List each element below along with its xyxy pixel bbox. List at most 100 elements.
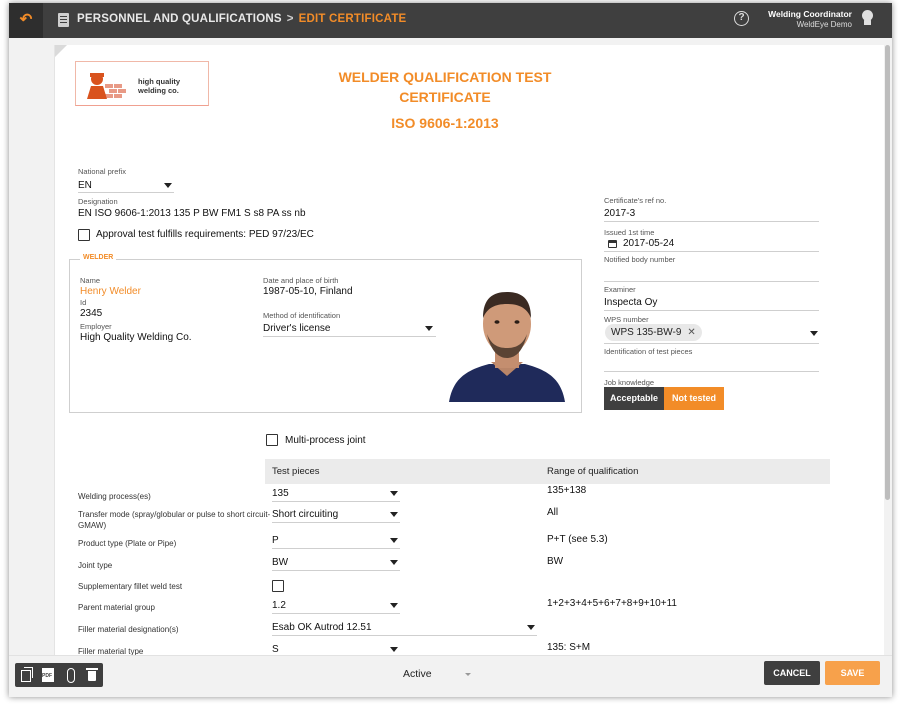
- tool-group: [15, 663, 103, 687]
- row-label-joint-type: Joint type: [78, 561, 113, 570]
- breadcrumb: PERSONNEL AND QUALIFICATIONS > EDIT CERTIF…: [77, 13, 406, 25]
- breadcrumb-section[interactable]: PERSONNEL AND QUALIFICATIONS: [77, 13, 282, 25]
- multi-process-label: Multi-process joint: [285, 435, 366, 446]
- wps-tag-label: WPS 135-BW-9: [611, 327, 682, 338]
- status-select[interactable]: Active: [403, 668, 432, 680]
- wps-tag-remove-icon[interactable]: ✕: [687, 327, 695, 338]
- multi-process-checkbox[interactable]: [266, 434, 278, 446]
- job-knowledge-acceptable-button[interactable]: Acceptable: [604, 387, 665, 410]
- col-range: Range of qualification: [547, 466, 639, 477]
- welder-id-label: Id: [80, 298, 87, 307]
- certificate-paper: high quality welding co. WELDER QUALIFIC…: [54, 45, 884, 655]
- parent-material-select[interactable]: 1.2: [272, 600, 286, 611]
- joint-type-select[interactable]: BW: [272, 557, 288, 568]
- identification-method-value[interactable]: Driver's license: [263, 323, 330, 334]
- identification-method-underline: [263, 336, 436, 337]
- row-label-filler-type: Filler material type: [78, 647, 144, 655]
- attachment-icon[interactable]: [59, 663, 81, 687]
- examiner-underline: [604, 310, 819, 311]
- trash-icon[interactable]: [81, 663, 103, 687]
- wps-underline: [604, 343, 819, 344]
- range-product-type: P+T (see 5.3): [547, 534, 608, 545]
- job-knowledge-label: Job knowledge: [604, 378, 655, 387]
- app-window: ↶ PERSONNEL AND QUALIFICATIONS > EDIT CERT…: [9, 3, 892, 697]
- transfer-mode-select[interactable]: Short circuiting: [272, 509, 338, 520]
- welder-logo-icon: [87, 73, 126, 99]
- cert-ref-label: Certificate's ref no.: [604, 196, 667, 205]
- product-type-select[interactable]: P: [272, 535, 279, 546]
- national-prefix-value[interactable]: EN: [78, 180, 92, 191]
- wps-label: WPS number: [604, 315, 649, 324]
- range-parent-material: 1+2+3+4+5+6+7+8+9+10+11: [547, 598, 677, 609]
- fillet-test-checkbox[interactable]: [272, 580, 284, 592]
- filler-type-select[interactable]: S: [272, 644, 279, 655]
- help-icon[interactable]: ?: [734, 11, 749, 26]
- designation-label: Designation: [78, 197, 118, 206]
- parent-material-dropdown-icon[interactable]: [390, 603, 398, 608]
- welder-name-link[interactable]: Henry Welder: [80, 286, 141, 297]
- examiner-input[interactable]: Inspecta Oy: [604, 297, 657, 308]
- certificate-title: WELDER QUALIFICATION TEST CERTIFICATE: [315, 67, 575, 107]
- job-knowledge-toggle: Acceptable Not tested: [604, 387, 725, 410]
- issued-date-input[interactable]: 2017-05-24: [623, 238, 674, 249]
- product-type-dropdown-icon[interactable]: [390, 538, 398, 543]
- job-knowledge-not-tested-button[interactable]: Not tested: [664, 387, 725, 410]
- approval-checkbox[interactable]: [78, 229, 90, 241]
- page-corner: [55, 45, 67, 57]
- row-label-product-type: Product type (Plate or Pipe): [78, 539, 177, 548]
- range-welding-process: 135+138: [547, 485, 587, 496]
- breadcrumb-separator: >: [286, 13, 294, 25]
- approval-label: Approval test fulfills requirements: PED…: [96, 229, 314, 240]
- filler-type-dropdown-icon[interactable]: [390, 647, 398, 652]
- notified-body-underline: [604, 281, 819, 282]
- status-dropdown-icon[interactable]: [465, 673, 471, 676]
- wps-dropdown-icon[interactable]: [810, 331, 818, 336]
- back-icon[interactable]: ↶: [9, 3, 43, 38]
- logo-text: high quality welding co.: [138, 77, 181, 95]
- welder-legend: WELDER: [80, 254, 117, 261]
- joint-type-underline: [272, 570, 400, 571]
- row-label-parent-material: Parent material group: [78, 603, 155, 612]
- document-icon: [58, 13, 69, 27]
- qualification-table-header: Test pieces Range of qualification: [265, 459, 830, 484]
- save-button[interactable]: SAVE: [825, 661, 880, 685]
- welder-id-value: 2345: [80, 308, 103, 319]
- company-logo: high quality welding co.: [75, 61, 209, 106]
- dob-label: Date and place of birth: [263, 276, 339, 285]
- user-avatar-icon[interactable]: [861, 10, 874, 25]
- calendar-icon[interactable]: [608, 240, 617, 248]
- cancel-button[interactable]: CANCEL: [764, 661, 820, 685]
- dob-value: 1987-05-10, Finland: [263, 286, 353, 297]
- col-test-pieces: Test pieces: [272, 466, 320, 477]
- cert-ref-underline: [604, 221, 819, 222]
- welding-process-select[interactable]: 135: [272, 488, 289, 499]
- certificate-standard: ISO 9606-1:2013: [391, 115, 499, 131]
- wps-tag[interactable]: WPS 135-BW-9 ✕: [605, 324, 702, 341]
- filler-designation-dropdown-icon[interactable]: [527, 625, 535, 630]
- identification-method-dropdown-icon[interactable]: [425, 326, 433, 331]
- transfer-mode-dropdown-icon[interactable]: [390, 512, 398, 517]
- range-transfer-mode: All: [547, 507, 559, 518]
- pdf-icon[interactable]: [37, 663, 59, 687]
- identification-method-label: Method of identification: [263, 311, 341, 320]
- transfer-mode-underline: [272, 522, 400, 523]
- bottom-bar: Active CANCEL SAVE: [9, 655, 892, 697]
- user-role[interactable]: Welding Coordinator: [768, 9, 852, 19]
- welding-process-dropdown-icon[interactable]: [390, 491, 398, 496]
- range-filler-type: 135: S+M: [547, 642, 591, 653]
- parent-material-underline: [272, 613, 400, 614]
- national-prefix-dropdown-icon[interactable]: [164, 183, 172, 188]
- row-label-filler-designation: Filler material designation(s): [78, 625, 179, 634]
- filler-designation-select[interactable]: Esab OK Autrod 12.51: [272, 622, 372, 633]
- national-prefix-label: National prefix: [78, 167, 126, 176]
- issued-label: Issued 1st time: [604, 228, 655, 237]
- employer-label: Employer: [80, 322, 112, 331]
- vertical-scrollbar[interactable]: [885, 45, 890, 500]
- copy-icon[interactable]: [15, 663, 37, 687]
- title-line-2: CERTIFICATE: [399, 89, 491, 105]
- cert-ref-input[interactable]: 2017-3: [604, 208, 635, 219]
- row-label-fillet-test: Supplementary fillet weld test: [78, 582, 183, 591]
- joint-type-dropdown-icon[interactable]: [390, 560, 398, 565]
- test-pieces-id-underline[interactable]: [604, 371, 819, 372]
- title-line-1: WELDER QUALIFICATION TEST: [338, 69, 552, 85]
